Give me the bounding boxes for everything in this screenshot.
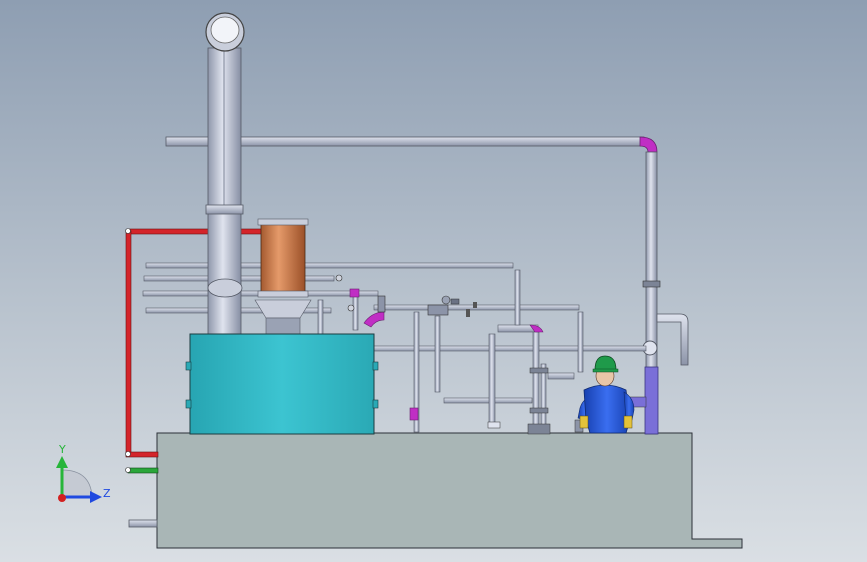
drain-pipe [128, 519, 158, 528]
copper-column[interactable] [254, 218, 312, 335]
cad-model-view[interactable]: Y Z [0, 0, 867, 562]
cad-viewport[interactable]: Y Z [0, 0, 867, 562]
y-axis-label: Y [58, 443, 66, 456]
z-axis-label: Z [103, 487, 111, 500]
x-axis-dot [58, 494, 66, 502]
riser-lower-section [644, 366, 659, 435]
base-platform[interactable] [128, 432, 743, 549]
tank[interactable] [185, 333, 379, 435]
riser-flange [642, 280, 661, 288]
triad-plane [61, 469, 93, 497]
z-arrow-head [90, 491, 102, 503]
stack[interactable] [205, 12, 245, 337]
y-arrow-head [56, 456, 68, 468]
axis-triad: Y Z [56, 443, 111, 503]
green-feed-line [125, 467, 159, 474]
worker-figure [577, 355, 635, 434]
magenta-elbow [639, 136, 658, 153]
overflow-pipe [656, 313, 689, 366]
